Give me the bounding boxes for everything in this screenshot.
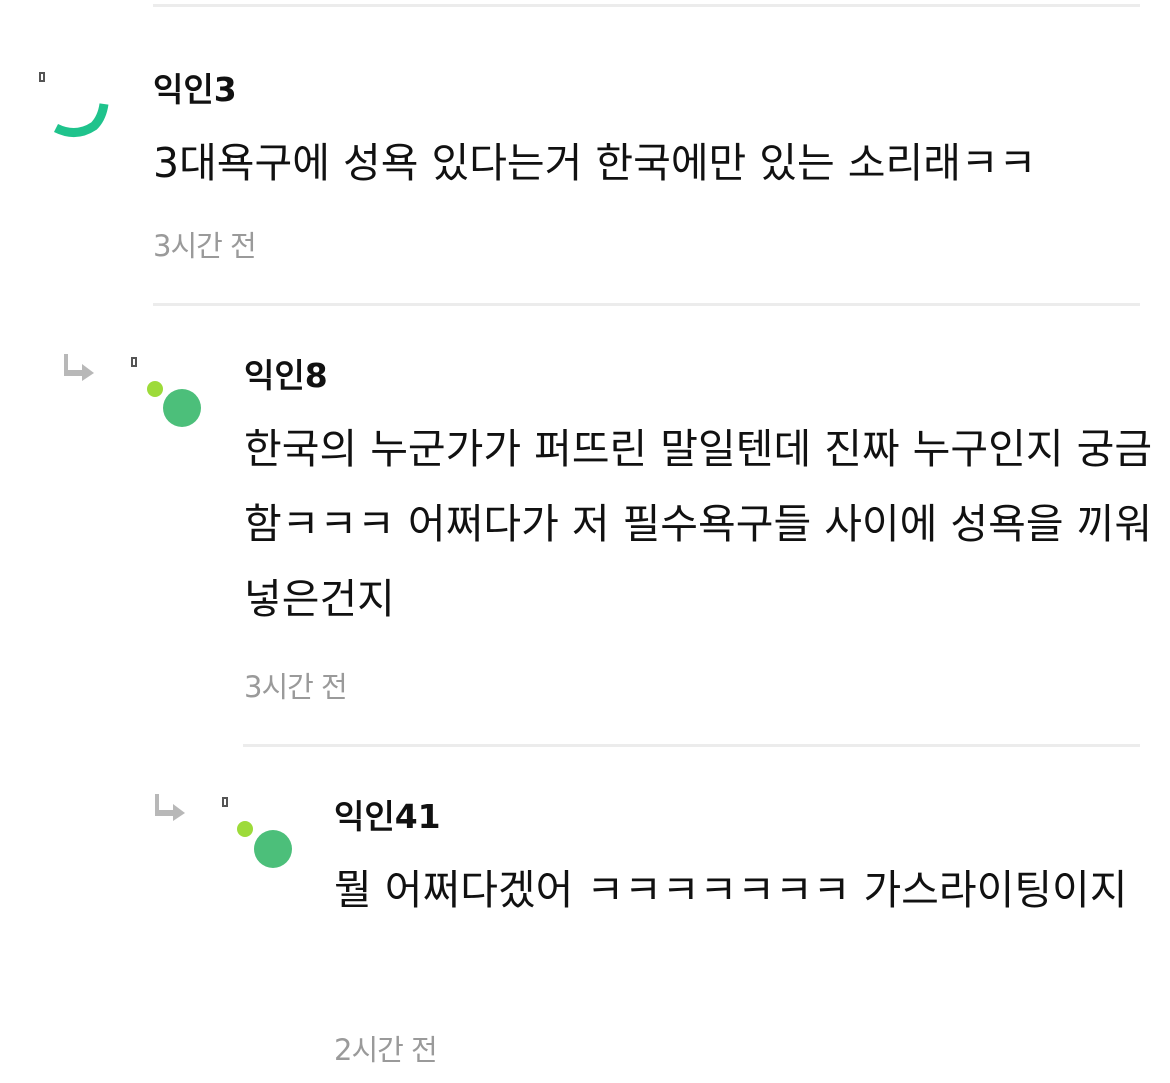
avatar-dot-small [237, 821, 253, 837]
broken-image-icon [222, 797, 228, 807]
reply-arrow-icon [155, 794, 185, 821]
comment-timestamp: 2시간 전 [334, 1033, 438, 1067]
comment-body: 뭘 어쩌다겠어 ㅋㅋㅋㅋㅋㅋㅋ 가스라이팅이지 [334, 866, 1128, 914]
reply-item: 익인41 뭘 어쩌다겠어 ㅋㅋㅋㅋㅋㅋㅋ 가스라이팅이지 2시간 전 [0, 0, 1170, 1083]
comment-thread: 익인3 3대욕구에 성욕 있다는거 한국에만 있는 소리래ㅋㅋ 3시간 전 익인… [0, 0, 1170, 1083]
avatar[interactable] [254, 830, 292, 868]
comment-author[interactable]: 익인41 [334, 797, 441, 837]
